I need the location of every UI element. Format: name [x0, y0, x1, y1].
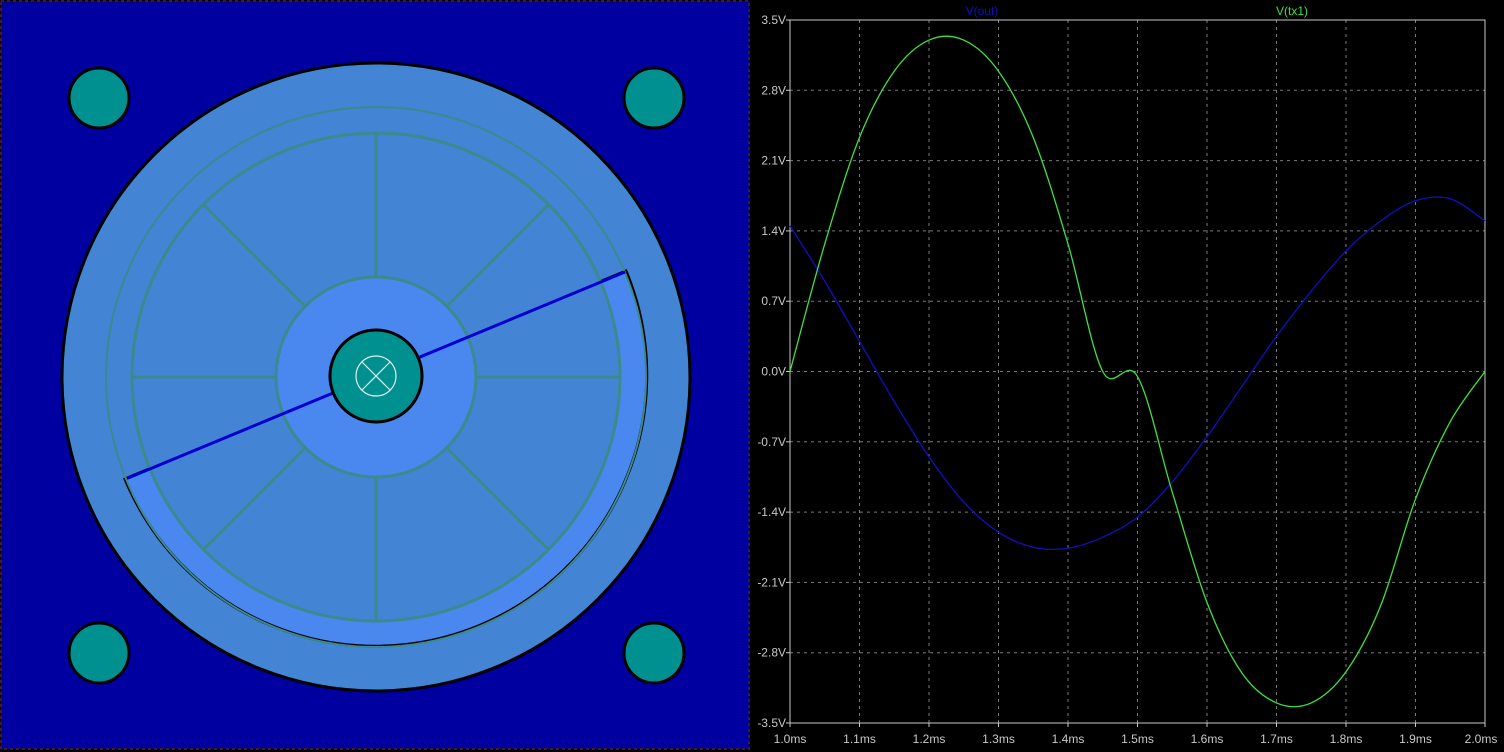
x-tick-label: 1.7ms [1260, 732, 1293, 746]
mounting-pad-bottom-right [622, 621, 686, 685]
x-tick-label: 1.2ms [913, 732, 946, 746]
x-tick-label: 2.0ms [1465, 732, 1498, 746]
potentiometer-layout-panel [0, 0, 752, 752]
legend-entry-vtx1[interactable]: V(tx1) [1276, 4, 1308, 18]
x-axis: 1.0ms 1.1ms 1.2ms 1.3ms 1.4ms 1.5ms 1.6ms 1.7ms… [774, 723, 1498, 746]
y-axis: 3.5V 2.8V 2.1V 1.4V 0.7V 0.0V -0.7V -1.4V -2.1V -… [757, 13, 790, 730]
y-tick-label: -1.4V [757, 505, 786, 519]
x-tick-label: 1.4ms [1052, 732, 1085, 746]
grid [790, 20, 1485, 723]
mounting-pad-top-right [622, 66, 686, 130]
y-tick-label: -2.1V [757, 575, 786, 589]
y-tick-label: 1.4V [761, 224, 786, 238]
x-tick-label: 1.9ms [1399, 732, 1432, 746]
y-tick-label: -2.8V [757, 646, 786, 660]
x-tick-label: 1.8ms [1330, 732, 1363, 746]
x-tick-label: 1.3ms [982, 732, 1015, 746]
y-tick-label: -0.7V [757, 435, 786, 449]
y-tick-label: 2.8V [761, 83, 786, 97]
y-tick-label: 3.5V [761, 13, 786, 27]
y-tick-label: -3.5V [757, 716, 786, 730]
waveform-plot-panel: 3.5V 2.8V 2.1V 1.4V 0.7V 0.0V -0.7V -1.4V -2.1V -… [752, 0, 1504, 752]
legend-entry-vout[interactable]: V(out) [966, 4, 999, 18]
x-tick-label: 1.1ms [843, 732, 876, 746]
x-tick-label: 1.6ms [1191, 732, 1224, 746]
potentiometer-layout [0, 0, 750, 750]
x-tick-label: 1.5ms [1121, 732, 1154, 746]
y-tick-label: 0.0V [761, 365, 786, 379]
mounting-pad-top-left [67, 66, 131, 130]
legend: V(out) V(tx1) [966, 4, 1308, 18]
y-tick-label: 2.1V [761, 154, 786, 168]
waveform-chart: 3.5V 2.8V 2.1V 1.4V 0.7V 0.0V -0.7V -1.4V -2.1V -… [757, 4, 1498, 746]
x-tick-label: 1.0ms [774, 732, 807, 746]
y-tick-label: 0.7V [761, 294, 786, 308]
mounting-pad-bottom-left [67, 621, 131, 685]
